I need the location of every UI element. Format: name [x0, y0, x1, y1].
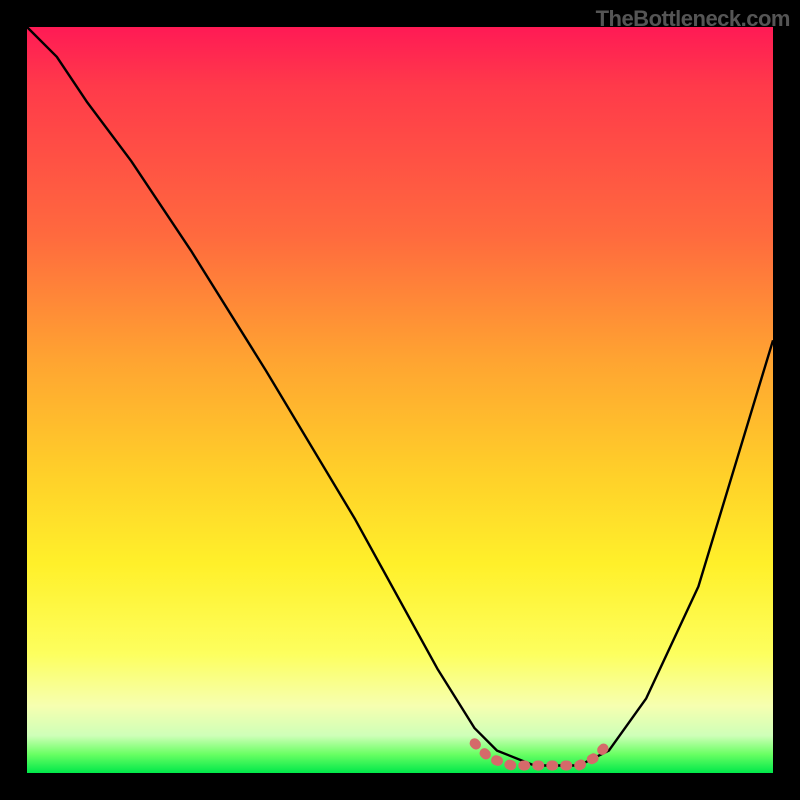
watermark-text: TheBottleneck.com [596, 6, 790, 32]
chart-background-gradient [27, 27, 773, 773]
chart-container: TheBottleneck.com [0, 0, 800, 800]
